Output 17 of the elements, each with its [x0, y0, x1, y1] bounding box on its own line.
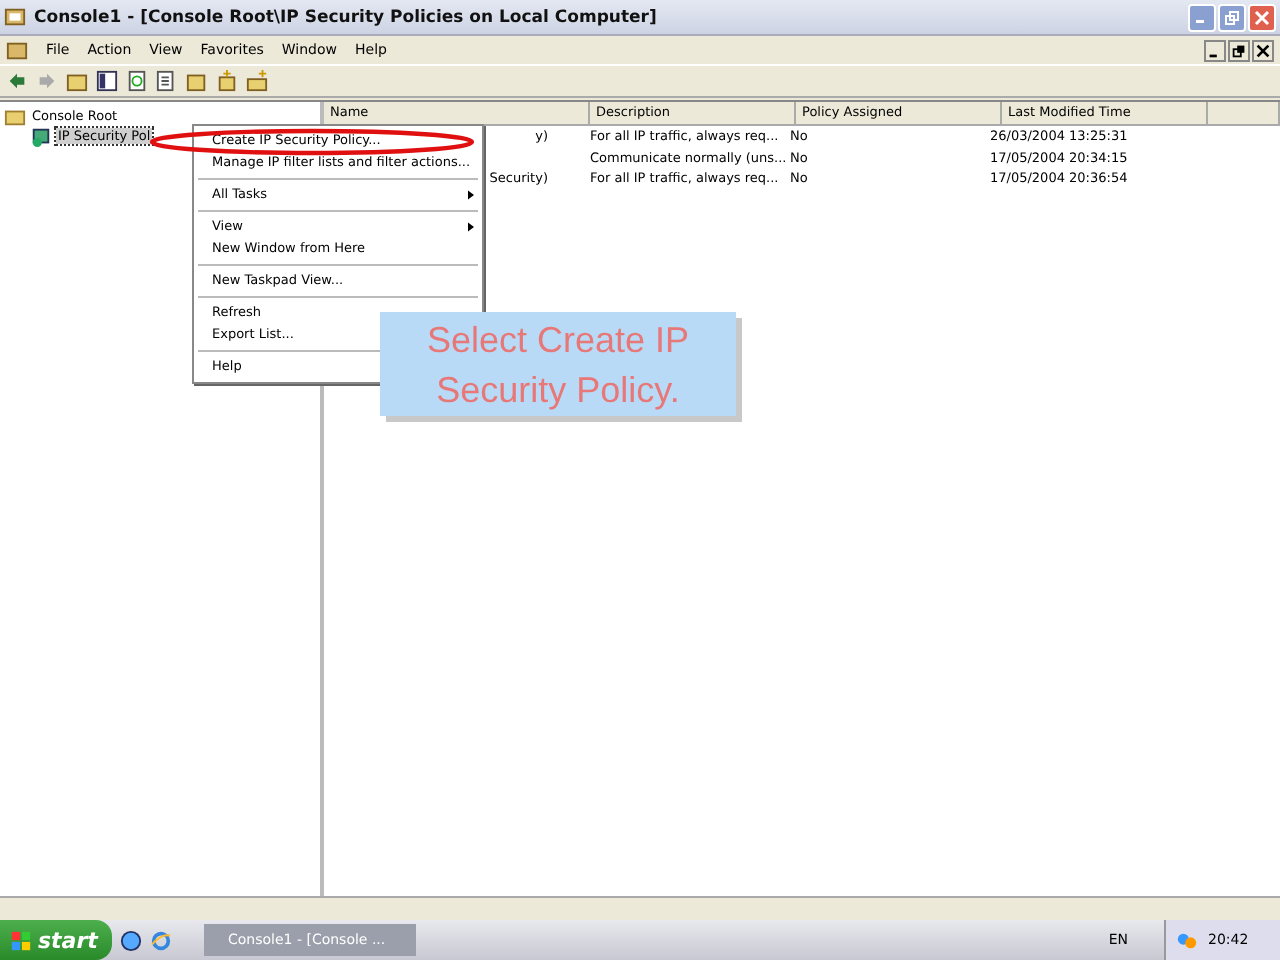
close-button[interactable]: [1252, 39, 1274, 61]
restore-button[interactable]: [1228, 39, 1250, 61]
folder-icon: [4, 105, 26, 127]
console-icon[interactable]: [6, 39, 28, 61]
window-title: Console1 - [Console Root\IP Security Policies on Local Computer]: [34, 7, 659, 27]
callout: Select Create IP Security Policy.: [380, 312, 736, 416]
security-policy-icon: [30, 125, 52, 147]
flag-icon: [10, 929, 32, 951]
app-icon: [4, 6, 26, 28]
console-tree-icon[interactable]: [96, 70, 118, 92]
close-icon: [1254, 9, 1270, 25]
start-button[interactable]: start: [0, 920, 112, 960]
browser-icon[interactable]: [150, 929, 172, 951]
restore-icon: [1224, 9, 1240, 25]
minimize-icon: [1196, 20, 1204, 24]
minimize-button[interactable]: [1204, 39, 1226, 61]
back-arrow-icon[interactable]: [6, 70, 28, 92]
